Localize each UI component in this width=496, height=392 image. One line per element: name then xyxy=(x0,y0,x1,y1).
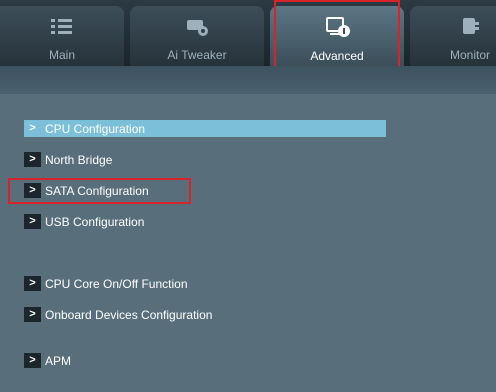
menu-item-cpu-configuration[interactable]: > CPU Configuration xyxy=(24,120,386,137)
tab-label: Main xyxy=(48,48,75,62)
list-icon xyxy=(51,19,72,34)
tab-label: Ai Tweaker xyxy=(167,48,227,62)
menu-item-label: USB Configuration xyxy=(45,214,145,229)
tweaker-icon xyxy=(187,20,208,36)
tab-ai-tweaker[interactable]: Ai Tweaker xyxy=(130,6,264,66)
chevron-right-icon: > xyxy=(24,152,41,167)
menu-item-north-bridge[interactable]: > North Bridge xyxy=(24,151,112,168)
chevron-right-icon: > xyxy=(29,122,36,134)
chevron-right-icon: > xyxy=(24,307,41,322)
advanced-tab-highlight xyxy=(274,0,400,73)
chevron-right-icon: > xyxy=(24,353,41,368)
monitor-icon xyxy=(463,18,479,34)
tab-label: Monitor xyxy=(450,48,491,62)
chevron-right-icon: > xyxy=(24,276,41,291)
tab-bar: Main Ai Tweaker Advanced Monitor xyxy=(0,0,496,66)
menu-item-apm[interactable]: > APM xyxy=(24,352,71,369)
chevron-right-icon: > xyxy=(24,214,41,229)
menu-item-onboard-devices[interactable]: > Onboard Devices Configuration xyxy=(24,306,212,323)
tab-main[interactable]: Main xyxy=(0,6,124,66)
menu-item-label: APM xyxy=(45,353,72,368)
menu-item-usb-configuration[interactable]: > USB Configuration xyxy=(24,213,144,230)
menu-item-label: CPU Core On/Off Function xyxy=(45,276,188,291)
header-band xyxy=(0,66,496,94)
tab-monitor[interactable]: Monitor xyxy=(410,6,496,66)
menu-item-label: CPU Configuration xyxy=(45,121,146,136)
sata-configuration-highlight xyxy=(8,178,191,204)
menu-item-label: North Bridge xyxy=(45,152,113,167)
menu-item-label: Onboard Devices Configuration xyxy=(45,307,213,322)
menu-panel xyxy=(0,94,496,392)
menu-item-cpu-core-on-off[interactable]: > CPU Core On/Off Function xyxy=(24,275,188,292)
